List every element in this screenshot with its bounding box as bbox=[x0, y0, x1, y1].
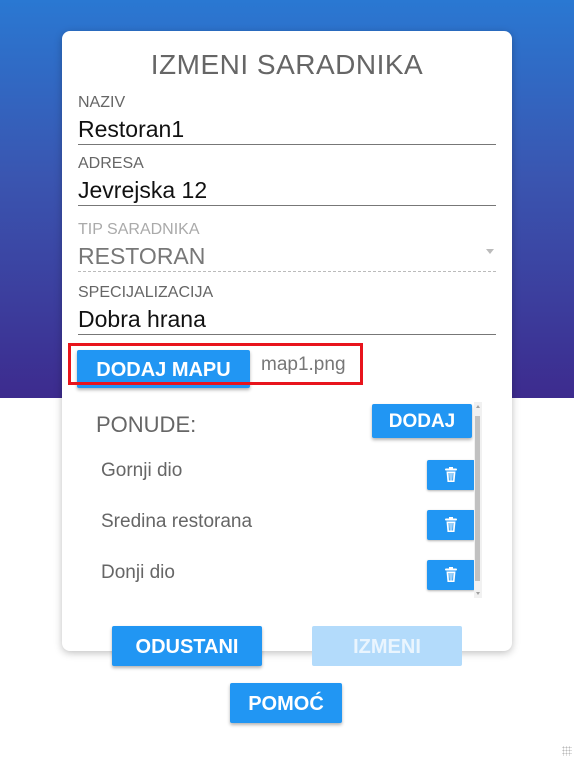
specijalizacija-field[interactable]: SPECIJALIZACIJA Dobra hrana bbox=[78, 284, 496, 335]
offer-item-label: Gornji dio bbox=[101, 460, 183, 481]
dialog-title: IZMENI SARADNIKA bbox=[150, 49, 424, 80]
delete-offer-button[interactable] bbox=[427, 510, 475, 540]
adresa-input[interactable]: Jevrejska 12 bbox=[78, 175, 496, 205]
naziv-label: NAZIV bbox=[78, 94, 126, 111]
map-file-name: map1.png bbox=[261, 354, 346, 375]
help-button[interactable]: POMOĆ bbox=[230, 683, 342, 723]
scrollbar-thumb[interactable] bbox=[475, 416, 480, 581]
offer-item-label: Sredina restorana bbox=[101, 511, 253, 532]
offers-title: PONUDE: bbox=[96, 412, 197, 437]
tip-saradnika-label: TIP SARADNIKA bbox=[78, 221, 200, 238]
chevron-down-icon bbox=[486, 249, 494, 254]
delete-offer-button[interactable] bbox=[427, 560, 475, 590]
add-offer-button[interactable]: DODAJ bbox=[372, 404, 472, 438]
cancel-button[interactable]: ODUSTANI bbox=[112, 626, 262, 666]
specijalizacija-input[interactable]: Dobra hrana bbox=[78, 304, 496, 334]
naziv-field[interactable]: NAZIV Restoran1 bbox=[78, 94, 496, 145]
delete-offer-button[interactable] bbox=[427, 460, 475, 490]
offer-item-label: Donji dio bbox=[101, 562, 175, 583]
adresa-label: ADRESA bbox=[78, 155, 144, 172]
resize-grip-icon[interactable] bbox=[562, 746, 572, 756]
adresa-field[interactable]: ADRESA Jevrejska 12 bbox=[78, 155, 496, 206]
submit-button[interactable]: IZMENI bbox=[312, 626, 462, 666]
tip-saradnika-value: RESTORAN bbox=[78, 243, 206, 269]
offers-panel: PONUDE: DODAJ Gornji dio Sredina restora… bbox=[85, 400, 483, 600]
specijalizacija-label: SPECIJALIZACIJA bbox=[78, 284, 214, 301]
offers-scrollbar[interactable] bbox=[474, 402, 482, 598]
trash-icon bbox=[445, 467, 457, 482]
naziv-input[interactable]: Restoran1 bbox=[78, 114, 496, 144]
trash-icon bbox=[445, 567, 457, 582]
scroll-up-arrow-icon[interactable] bbox=[476, 405, 480, 408]
tip-saradnika-select: TIP SARADNIKA RESTORAN bbox=[78, 221, 496, 272]
trash-icon bbox=[445, 517, 457, 532]
scroll-down-arrow-icon[interactable] bbox=[476, 592, 480, 595]
